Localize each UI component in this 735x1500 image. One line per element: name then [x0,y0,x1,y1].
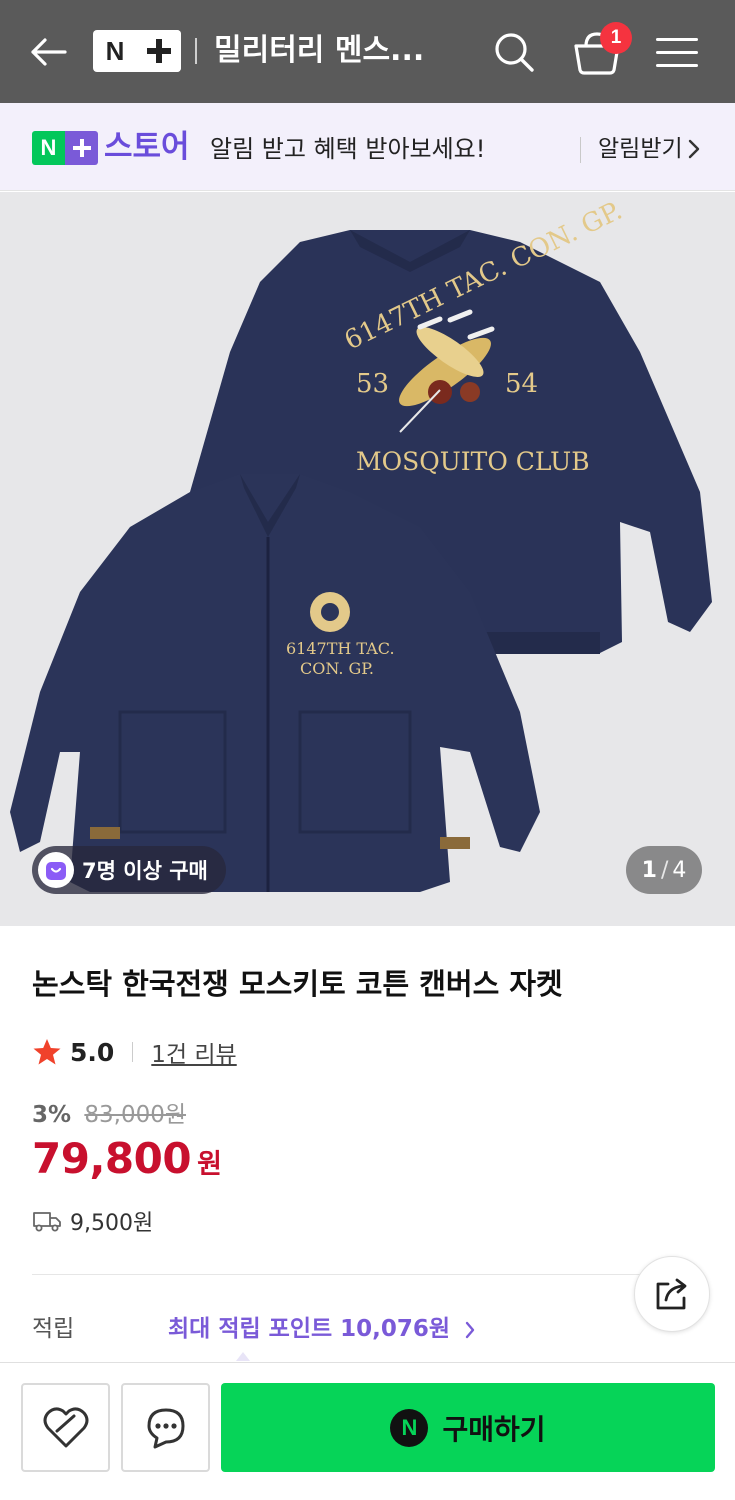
front-embroidery-line1: 6147TH TAC. [286,639,395,658]
sale-price-amount: 79,800 [32,1134,192,1183]
logo-n: N [32,131,65,165]
store-brand-label: 스토어 [104,129,190,165]
total-images: 4 [672,857,687,883]
notification-banner: N 스토어 알림 받고 혜택 받아보세요! 알림받기 [0,103,735,191]
original-price: 83,000원 [84,1102,187,1128]
nplus-store-logo: N [32,131,98,165]
rating-divider [132,1042,134,1062]
chat-bubble-icon [147,1408,184,1448]
purchase-count-badge: 7명 이상 구매 [32,846,226,894]
subscribe-alerts-label: 알림받기 [598,136,683,162]
hamburger-line [656,37,698,41]
sale-price-unit: 원 [197,1149,222,1180]
subscribe-alerts-button[interactable]: 알림받기 [598,131,701,167]
bottom-action-bar: N 구매하기 [0,1362,735,1500]
plus-icon [65,131,98,165]
reviews-link[interactable]: 1건 리뷰 [151,1035,236,1069]
chevron-right-icon [688,139,699,159]
discount-percent: 3% [32,1102,72,1128]
heart-icon [43,1406,88,1447]
rating-row: 5.0 1건 리뷰 [32,1034,237,1070]
plus-icon [137,30,181,72]
cart-count-badge: 1 [600,22,632,54]
tooltip-pointer [236,1352,250,1361]
purchase-count-label: 7명 이상 구매 [82,859,208,883]
max-points-value: 최대 적립 포인트 10,076원 [168,1316,451,1342]
banner-divider [580,137,581,163]
logo-divider [195,38,197,64]
current-image-number: 1 [641,857,657,883]
sale-price: 79,800 원 [32,1134,222,1190]
arrow-left-icon [31,38,67,66]
back-embroidery-left: 53 [356,369,389,399]
naver-pay-logo: N [390,1408,429,1447]
shipping-fee-row: 9,500원 [32,1204,153,1238]
points-row[interactable]: 적립 최대 적립 포인트 10,076원 [32,1310,632,1350]
search-button[interactable] [490,28,538,76]
shopping-bag-icon [38,852,74,888]
buy-button-label: 구매하기 [442,1412,546,1446]
front-embroidery-line2: CON. GP. [300,659,374,678]
image-page-counter: 1 / 4 [626,846,702,894]
product-image[interactable]: 6147TH TAC. CON. GP. 53 54 MOSQUITO CLUB [0,192,735,926]
menu-button[interactable] [652,30,702,74]
search-icon [495,33,534,72]
banner-message: 알림 받고 혜택 받아보세요! [210,135,486,163]
counter-separator: / [660,857,669,883]
rating-score: 5.0 [70,1037,115,1067]
back-embroidery-bottom: MOSQUITO CLUB [356,447,590,476]
buy-button[interactable]: N 구매하기 [221,1383,715,1472]
share-button[interactable] [634,1256,710,1332]
share-icon [656,1278,687,1310]
wishlist-button[interactable] [21,1383,110,1472]
jacket-illustration: 6147TH TAC. CON. GP. 53 54 MOSQUITO CLUB [10,196,712,892]
top-app-bar: N 밀리터리 멘스... 1 [0,0,735,103]
shipping-fee: 9,500원 [70,1211,154,1236]
hamburger-line [656,63,698,67]
back-embroidery-right: 54 [505,369,538,399]
back-button[interactable] [26,30,70,74]
logo-n: N [105,35,125,66]
delivery-truck-icon [33,1212,61,1232]
points-label: 적립 [32,1316,75,1342]
product-title: 논스탁 한국전쟁 모스키토 코튼 캔버스 자켓 [32,967,563,1001]
discount-row: 3% 83,000원 [32,1098,186,1132]
star-icon [33,1039,61,1065]
naver-plus-logo[interactable]: N [93,30,181,72]
talktalk-button[interactable] [121,1383,210,1472]
section-divider [32,1274,703,1275]
store-title[interactable]: 밀리터리 멘스... [214,30,450,72]
hamburger-line [656,50,698,54]
chevron-right-icon [465,1321,475,1339]
